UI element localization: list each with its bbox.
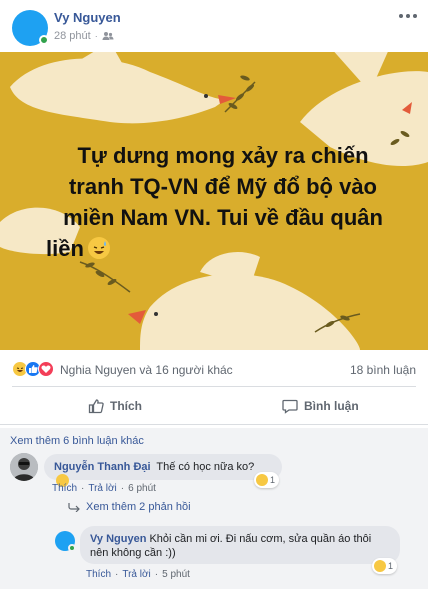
reply-time[interactable]: 5 phút bbox=[162, 569, 190, 580]
reply-actions: Thích · Trả lời · 5 phút bbox=[86, 569, 190, 580]
comments-section: Xem thêm 6 bình luận khác Nguyễn Thanh Đ… bbox=[0, 428, 428, 589]
post-text-line-4: liền bbox=[46, 236, 84, 261]
reply-reaction-chip[interactable]: 1 bbox=[372, 558, 398, 574]
reactors-summary[interactable]: Nghia Nguyen và 16 người khác bbox=[60, 363, 233, 377]
comment-button[interactable]: Bình luận bbox=[282, 391, 359, 421]
sweat-smile-emoji-icon bbox=[87, 237, 110, 259]
comment-time[interactable]: 6 phút bbox=[128, 483, 156, 494]
comment-reaction-count: 1 bbox=[270, 475, 276, 485]
comment-label: Bình luận bbox=[304, 399, 359, 413]
reply-bubble: Vy Nguyen Khỏi cần mi ơi. Đi nấu cơm, sửa… bbox=[80, 526, 400, 564]
post-text: Tự dưng mong xảy ra chiến tranh TQ-VN để… bbox=[30, 140, 400, 264]
comment-actions: Thích · Trả lời · 6 phút bbox=[52, 483, 156, 494]
reply-text-line-2: nên không cần :)) bbox=[90, 547, 176, 559]
post-text-line-2: tranh TQ-VN để Mỹ đổ bộ vào bbox=[68, 174, 377, 199]
post-text-line-3: miền Nam VN. Tui về đầu quân bbox=[63, 205, 383, 230]
comment-bubble: Nguyễn Thanh Đại Thế có học nữa ko? bbox=[44, 454, 282, 487]
comment-text: Thế có học nữa ko? bbox=[156, 461, 255, 473]
reaction-icons[interactable] bbox=[12, 361, 54, 377]
post-meta: 28 phút · bbox=[54, 30, 114, 42]
thumbs-up-icon bbox=[88, 399, 104, 414]
reply-reaction-count: 1 bbox=[388, 561, 394, 571]
divider bbox=[0, 424, 428, 425]
author-avatar[interactable] bbox=[12, 10, 49, 46]
comment-reaction-chip[interactable]: 1 bbox=[254, 472, 280, 488]
post-time[interactable]: 28 phút bbox=[54, 30, 91, 42]
post-actions: Thích Bình luận bbox=[0, 391, 428, 421]
comment-reply-link[interactable]: Trả lời bbox=[88, 483, 116, 494]
reply-like-link[interactable]: Thích bbox=[86, 569, 111, 580]
author-name[interactable]: Vy Nguyen bbox=[54, 10, 121, 25]
reply-author-name[interactable]: Vy Nguyen bbox=[90, 533, 146, 545]
online-status-icon bbox=[39, 35, 49, 45]
separator-dot: · bbox=[94, 31, 98, 41]
more-options-icon[interactable] bbox=[396, 8, 420, 24]
commenter-avatar[interactable] bbox=[10, 453, 38, 481]
view-replies-link[interactable]: Xem thêm 2 phản hồi bbox=[68, 501, 191, 513]
commenter-name[interactable]: Nguyễn Thanh Đại bbox=[54, 461, 151, 473]
reply-reply-link[interactable]: Trả lời bbox=[122, 569, 150, 580]
like-label: Thích bbox=[110, 399, 142, 413]
reply-arrow-icon bbox=[68, 503, 80, 512]
comment-icon bbox=[282, 399, 298, 414]
divider bbox=[12, 386, 416, 387]
reactions-summary: Nghia Nguyen và 16 người khác 18 bình lu… bbox=[0, 360, 428, 380]
haha-icon bbox=[256, 474, 268, 486]
comment-like-link[interactable]: Thích bbox=[52, 483, 77, 494]
haha-icon bbox=[374, 560, 386, 572]
comment-count[interactable]: 18 bình luận bbox=[350, 363, 416, 377]
post-background: Tự dưng mong xảy ra chiến tranh TQ-VN để… bbox=[0, 52, 428, 350]
post-header: Vy Nguyen 28 phút · bbox=[0, 0, 428, 52]
reply-text-line-1: Khỏi cần mi ơi. Đi nấu cơm, sửa quần áo … bbox=[149, 533, 372, 545]
like-button[interactable]: Thích bbox=[88, 391, 142, 421]
friends-icon[interactable] bbox=[102, 30, 114, 42]
view-replies-label: Xem thêm 2 phản hồi bbox=[86, 501, 191, 513]
love-icon bbox=[38, 361, 54, 377]
post-text-line-1: Tự dưng mong xảy ra chiến bbox=[77, 143, 369, 168]
view-more-comments-link[interactable]: Xem thêm 6 bình luận khác bbox=[10, 435, 144, 447]
reply-author-avatar[interactable] bbox=[55, 531, 76, 552]
